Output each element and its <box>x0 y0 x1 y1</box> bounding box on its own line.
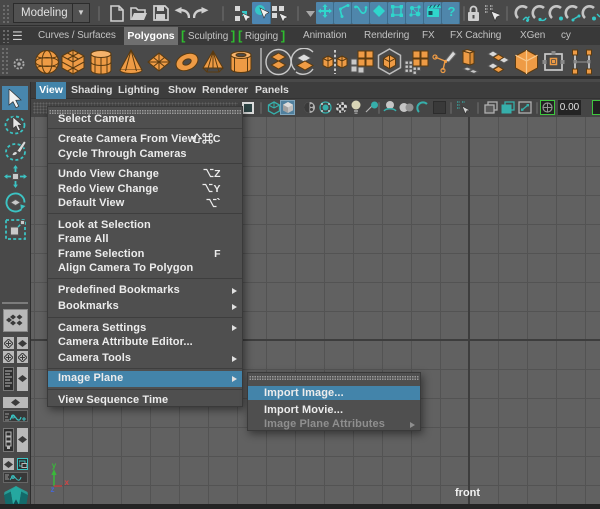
svg-text:y: y <box>52 462 57 470</box>
svg-text:?: ? <box>447 4 455 19</box>
svg-text:z: z <box>51 485 55 494</box>
svg-text:x: x <box>65 478 70 487</box>
